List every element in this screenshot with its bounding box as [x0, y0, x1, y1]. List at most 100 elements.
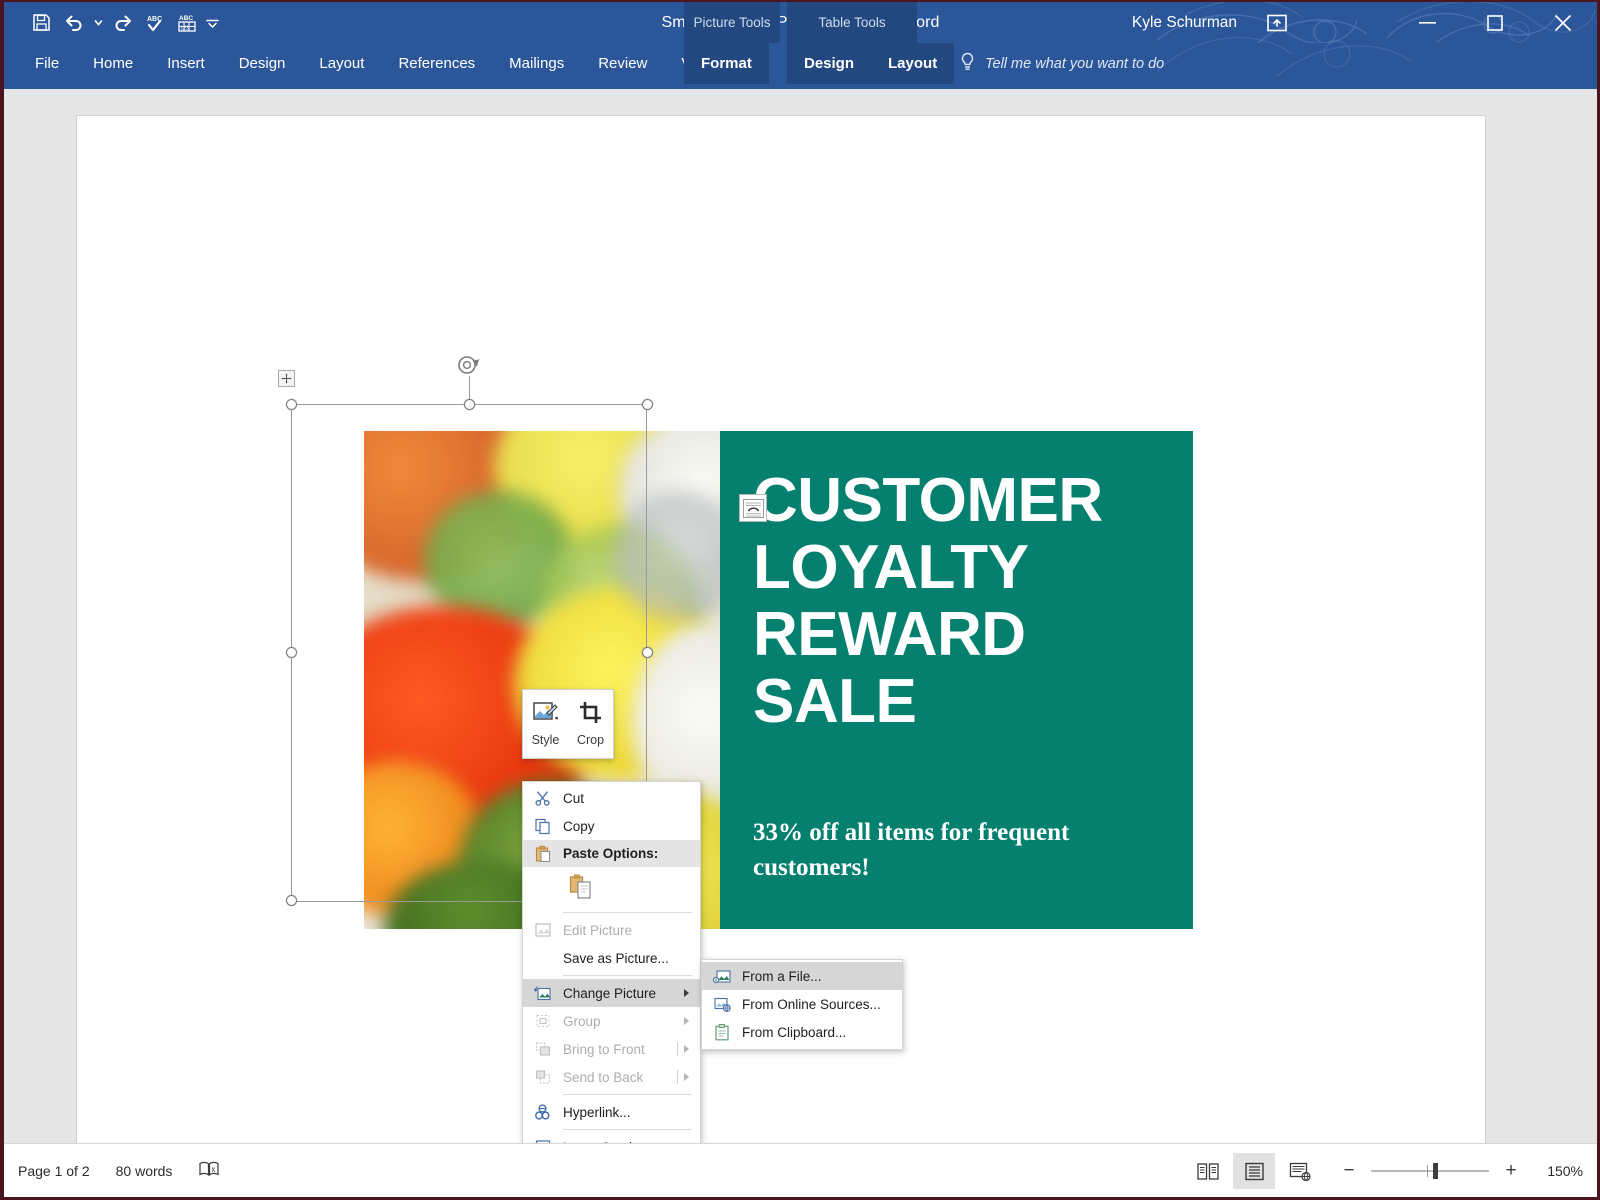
- zoom-in-button[interactable]: +: [1501, 1160, 1521, 1182]
- undo-icon[interactable]: [58, 8, 88, 38]
- bring-to-front-icon: [533, 1040, 552, 1059]
- tab-file[interactable]: File: [18, 43, 76, 84]
- spelling-grammar-icon[interactable]: ABC: [140, 8, 170, 38]
- resize-handle-bottom-left[interactable]: [286, 895, 297, 906]
- zoom-level-label[interactable]: 150%: [1533, 1163, 1583, 1179]
- ribbon-tabs[interactable]: File Home Insert Design Layout Reference…: [18, 43, 731, 84]
- picture-style-icon: [532, 701, 559, 728]
- word-count-icon[interactable]: ABC 123: [172, 8, 202, 38]
- submenu-item-from-online-sources[interactable]: From Online Sources...: [702, 990, 902, 1018]
- tab-home[interactable]: Home: [76, 43, 150, 84]
- word-count-indicator[interactable]: 80 words: [116, 1163, 173, 1179]
- context-item-hyperlink-label: Hyperlink...: [563, 1104, 631, 1120]
- zoom-slider[interactable]: [1371, 1163, 1489, 1179]
- zoom-out-button[interactable]: −: [1339, 1160, 1359, 1182]
- tab-table-layout[interactable]: Layout: [871, 43, 954, 84]
- context-item-bring-to-front-label: Bring to Front: [563, 1041, 645, 1057]
- maximize-button[interactable]: [1461, 2, 1529, 43]
- minimize-button[interactable]: [1393, 2, 1461, 43]
- picture-context-menu[interactable]: Cut Copy Paste Options: Edit Picture Sav…: [522, 781, 701, 1197]
- copy-icon: [533, 817, 552, 836]
- resize-handle-top-right[interactable]: [642, 399, 653, 410]
- proofing-errors-icon[interactable]: x: [198, 1161, 220, 1181]
- submenu-divider-1: [677, 1042, 678, 1056]
- zoom-slider-thumb[interactable]: [1433, 1163, 1438, 1179]
- context-item-send-to-back-label: Send to Back: [563, 1069, 644, 1085]
- tell-me-search[interactable]: Tell me what you want to do: [959, 43, 1164, 84]
- save-as-picture-icon: [533, 949, 552, 968]
- mini-style-label: Style: [531, 733, 560, 747]
- keep-source-formatting-icon[interactable]: [569, 874, 593, 903]
- tab-insert[interactable]: Insert: [150, 43, 222, 84]
- context-item-group-label: Group: [563, 1013, 601, 1029]
- tab-references[interactable]: References: [381, 43, 492, 84]
- scissors-icon: [533, 789, 552, 808]
- context-item-group: Group: [523, 1007, 700, 1035]
- tab-layout[interactable]: Layout: [302, 43, 381, 84]
- quick-access-toolbar[interactable]: ABC ABC 123: [26, 2, 220, 43]
- paste-options-gallery[interactable]: [523, 867, 700, 909]
- zoom-slider-tick: [1427, 1165, 1428, 1177]
- tab-picture-format[interactable]: Format: [684, 43, 769, 84]
- print-layout-icon[interactable]: [1233, 1153, 1275, 1189]
- picture-mini-toolbar[interactable]: Style Crop: [522, 689, 614, 759]
- undo-dropdown-icon[interactable]: [90, 8, 106, 38]
- context-item-cut[interactable]: Cut: [523, 784, 700, 812]
- window-controls[interactable]: [1393, 2, 1597, 43]
- move-object-handle[interactable]: [278, 370, 295, 387]
- menu-separator-3: [563, 1094, 692, 1095]
- svg-text:x: x: [212, 1165, 216, 1174]
- chevron-right-icon: [684, 989, 689, 997]
- title-bar: ABC ABC123 Small Business Postcard Event…: [4, 2, 1597, 43]
- from-online-icon: [712, 995, 731, 1014]
- table-tools-tabs[interactable]: Design Layout: [787, 43, 955, 84]
- group-icon: [533, 1012, 552, 1031]
- save-icon[interactable]: [26, 8, 56, 38]
- submenu-item-from-online-sources-label: From Online Sources...: [742, 996, 881, 1012]
- document-canvas[interactable]: CUSTOMER LOYALTY REWARD SALE 33% off all…: [4, 89, 1597, 1197]
- tab-design[interactable]: Design: [222, 43, 303, 84]
- submenu-item-from-a-file[interactable]: From a File...: [702, 962, 902, 990]
- menu-separator-1: [563, 912, 692, 913]
- context-item-copy[interactable]: Copy: [523, 812, 700, 840]
- zoom-control[interactable]: − + 150%: [1339, 1160, 1583, 1182]
- change-picture-submenu[interactable]: From a File... From Online Sources... Fr…: [701, 959, 903, 1050]
- mini-crop-button[interactable]: Crop: [568, 690, 613, 758]
- context-item-save-as-picture[interactable]: Save as Picture...: [523, 944, 700, 972]
- paste-icon: [533, 844, 552, 863]
- tab-mailings[interactable]: Mailings: [492, 43, 581, 84]
- screen-capture-icon[interactable]: [1257, 10, 1297, 36]
- submenu-item-from-clipboard[interactable]: From Clipboard...: [702, 1018, 902, 1046]
- context-item-change-picture-label: Change Picture: [563, 985, 657, 1001]
- heading-line-4: SALE: [753, 666, 917, 736]
- tab-table-design[interactable]: Design: [787, 43, 871, 84]
- picture-tools-tabs[interactable]: Format: [684, 43, 769, 84]
- close-button[interactable]: [1529, 2, 1597, 43]
- postcard-heading: CUSTOMER LOYALTY REWARD SALE: [753, 467, 1173, 736]
- page-indicator[interactable]: Page 1 of 2: [18, 1163, 90, 1179]
- resize-handle-top-left[interactable]: [286, 399, 297, 410]
- change-picture-icon: [533, 984, 552, 1003]
- resize-handle-middle-left[interactable]: [286, 647, 297, 658]
- chevron-right-icon-group: [684, 1017, 689, 1025]
- redo-icon[interactable]: [108, 8, 138, 38]
- web-layout-icon[interactable]: [1279, 1153, 1321, 1189]
- submenu-item-from-a-file-label: From a File...: [742, 968, 822, 984]
- layout-options-button[interactable]: [739, 494, 767, 522]
- context-item-hyperlink[interactable]: Hyperlink...: [523, 1098, 700, 1126]
- postcard-object[interactable]: CUSTOMER LOYALTY REWARD SALE 33% off all…: [364, 431, 1193, 929]
- menu-separator-2: [563, 975, 692, 976]
- mini-style-button[interactable]: Style: [523, 690, 568, 758]
- user-account-name[interactable]: Kyle Schurman: [1132, 2, 1237, 43]
- resize-handle-top-center[interactable]: [464, 399, 475, 410]
- svg-text:123: 123: [180, 25, 189, 31]
- read-mode-icon[interactable]: [1187, 1153, 1229, 1189]
- context-item-change-picture[interactable]: Change Picture: [523, 979, 700, 1007]
- status-right-group[interactable]: − + 150%: [1187, 1144, 1583, 1197]
- resize-handle-middle-right[interactable]: [642, 647, 653, 658]
- rotate-handle[interactable]: [456, 354, 483, 383]
- postcard-teal-panel[interactable]: CUSTOMER LOYALTY REWARD SALE 33% off all…: [720, 431, 1193, 929]
- tab-review[interactable]: Review: [581, 43, 664, 84]
- customize-qat-icon[interactable]: [204, 8, 220, 38]
- context-item-bring-to-front: Bring to Front: [523, 1035, 700, 1063]
